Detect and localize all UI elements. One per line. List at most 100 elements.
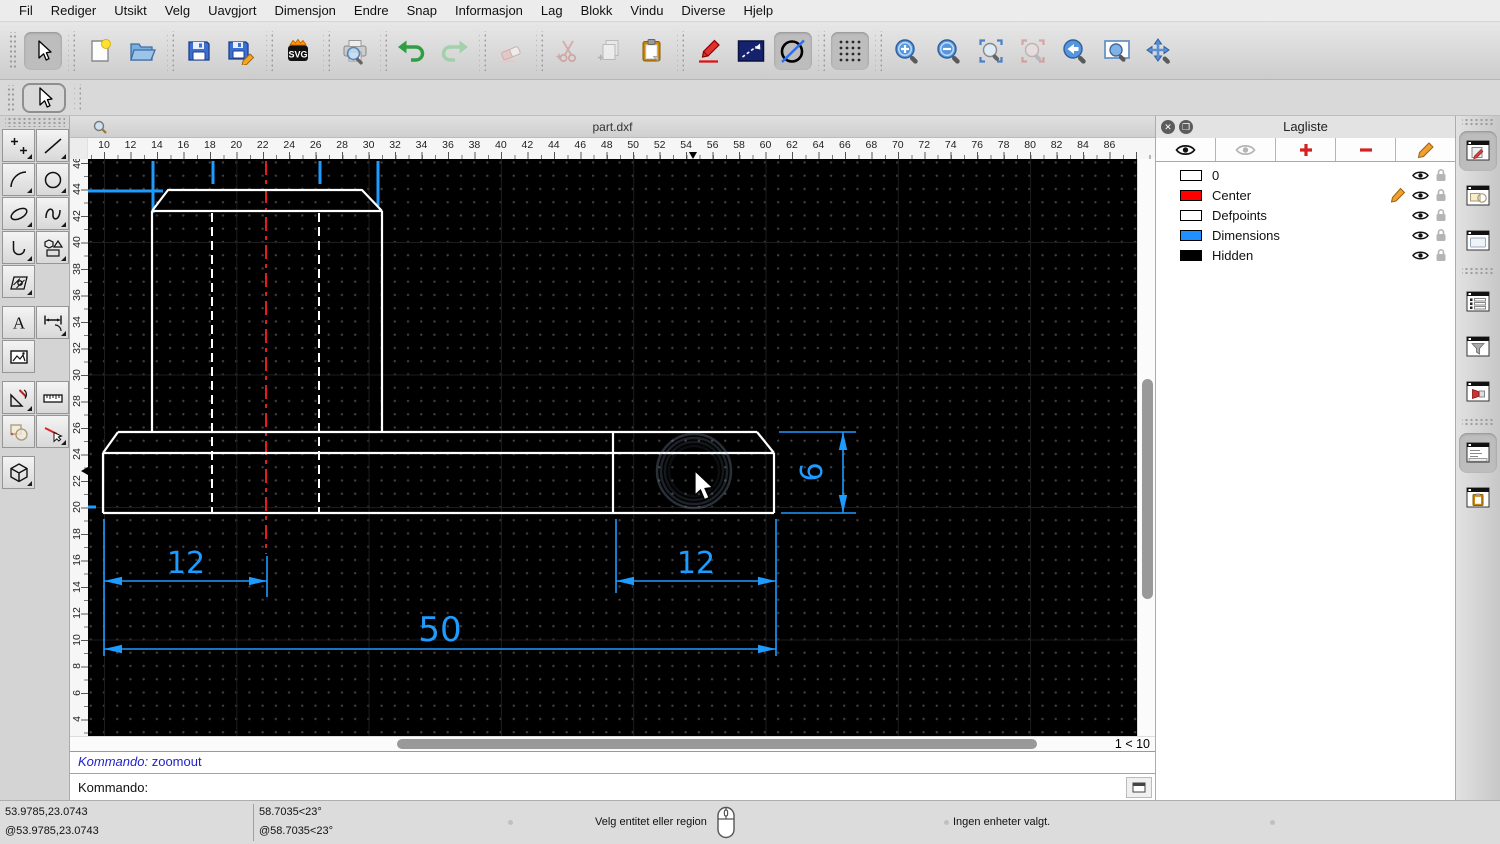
- menu-endre[interactable]: Endre: [345, 3, 398, 18]
- menu-informasjon[interactable]: Informasjon: [446, 3, 532, 18]
- menu-hjelp[interactable]: Hjelp: [735, 3, 783, 18]
- zoom-in-button[interactable]: [888, 32, 926, 70]
- print-preview-button[interactable]: [336, 32, 374, 70]
- menu-diverse[interactable]: Diverse: [672, 3, 734, 18]
- spline-tool-button[interactable]: [36, 197, 69, 230]
- layer-lock-icon[interactable]: [1435, 208, 1447, 222]
- dimension-lines[interactable]: [103, 431, 856, 656]
- zoom-previous-button[interactable]: [1056, 32, 1094, 70]
- list-window-button[interactable]: [1459, 282, 1497, 322]
- layer-lock-icon[interactable]: [1435, 248, 1447, 262]
- dock-drag-handle[interactable]: [1462, 119, 1494, 127]
- layer-visibility-dim-button[interactable]: [1216, 138, 1276, 161]
- layer-lock-icon[interactable]: [1435, 188, 1447, 202]
- measure-tool-button[interactable]: [36, 381, 69, 414]
- points-tool-button[interactable]: [2, 129, 35, 162]
- solid-3d-tool-button[interactable]: [2, 456, 35, 489]
- draw-pencil-button[interactable]: [690, 32, 728, 70]
- part-outline[interactable]: [101, 188, 776, 515]
- layer-visibility-button[interactable]: [1156, 138, 1216, 161]
- layer-visibility-icon[interactable]: [1412, 230, 1429, 241]
- horizontal-scrollbar-thumb[interactable]: [397, 739, 1037, 749]
- selection-pointer-button[interactable]: [22, 82, 66, 113]
- cut-button[interactable]: [549, 32, 587, 70]
- menu-dimensjon[interactable]: Dimensjon: [265, 3, 344, 18]
- clipboard-window-button[interactable]: [1459, 478, 1497, 518]
- zoom-out-button[interactable]: [930, 32, 968, 70]
- select-tool-button[interactable]: [2, 415, 35, 448]
- menu-blokk[interactable]: Blokk: [572, 3, 622, 18]
- menu-velg[interactable]: Velg: [156, 3, 199, 18]
- layer-lock-icon[interactable]: [1435, 228, 1447, 242]
- zoom-window-button[interactable]: [1098, 32, 1136, 70]
- text-tool-button[interactable]: A: [2, 306, 35, 339]
- save-file-button[interactable]: [180, 32, 218, 70]
- layer-row[interactable]: Dimensions: [1156, 225, 1455, 245]
- dimension-tool-button[interactable]: [36, 306, 69, 339]
- circle-line-button[interactable]: [774, 31, 812, 70]
- vertical-scrollbar-thumb[interactable]: [1141, 379, 1153, 599]
- plugin-window-button[interactable]: [1459, 372, 1497, 412]
- redo-button[interactable]: [435, 32, 473, 70]
- command-input[interactable]: Kommando:: [70, 773, 1155, 800]
- polyline-tool-button[interactable]: [2, 231, 35, 264]
- layer-row[interactable]: Center: [1156, 185, 1455, 205]
- menu-rediger[interactable]: Rediger: [42, 3, 106, 18]
- menu-lag[interactable]: Lag: [532, 3, 572, 18]
- vertical-scrollbar[interactable]: [1137, 159, 1155, 736]
- layer-row[interactable]: 0: [1156, 165, 1455, 185]
- document-titlebar[interactable]: part.dxf: [70, 116, 1155, 138]
- menu-uavgjort[interactable]: Uavgjort: [199, 3, 265, 18]
- layer-visibility-icon[interactable]: [1412, 170, 1429, 181]
- zoom-pan-button[interactable]: [1140, 32, 1178, 70]
- undo-button[interactable]: [393, 32, 431, 70]
- layer-visibility-icon[interactable]: [1412, 190, 1429, 201]
- layer-row[interactable]: Defpoints: [1156, 205, 1455, 225]
- circle-tool-button[interactable]: [36, 163, 69, 196]
- select-arrow-button[interactable]: [24, 31, 62, 70]
- menu-snap[interactable]: Snap: [398, 3, 446, 18]
- zoom-auto-button[interactable]: [972, 32, 1010, 70]
- arc-tool-button[interactable]: [2, 163, 35, 196]
- menu-utsikt[interactable]: Utsikt: [105, 3, 156, 18]
- float-panel-icon[interactable]: ❐: [1179, 120, 1193, 134]
- layer-visibility-icon[interactable]: [1412, 250, 1429, 261]
- toolbar-drag-handle[interactable]: [6, 84, 14, 111]
- command-detach-button[interactable]: [1126, 777, 1152, 798]
- layer-row[interactable]: Hidden: [1156, 245, 1455, 265]
- blocks-window-button[interactable]: [1459, 176, 1497, 216]
- zoom-selection-button[interactable]: [1014, 32, 1052, 70]
- svg-export-button[interactable]: SVG: [279, 32, 317, 70]
- line-tool-button[interactable]: [36, 129, 69, 162]
- ellipse-tool-button[interactable]: [2, 197, 35, 230]
- open-file-button[interactable]: [123, 32, 161, 70]
- line-rectangle-button[interactable]: [732, 32, 770, 70]
- command-window-button[interactable]: [1459, 433, 1497, 473]
- library-window-button[interactable]: [1459, 221, 1497, 261]
- copy-button[interactable]: [591, 32, 629, 70]
- menu-vindu[interactable]: Vindu: [621, 3, 672, 18]
- horizontal-scrollbar[interactable]: 1 < 10: [70, 736, 1155, 751]
- save-file-as-button[interactable]: [222, 32, 260, 70]
- eraser-button[interactable]: [492, 32, 530, 70]
- close-icon[interactable]: ✕: [1161, 120, 1175, 134]
- filter-window-button[interactable]: [1459, 327, 1497, 367]
- image-tool-button[interactable]: [2, 340, 35, 373]
- layer-lock-icon[interactable]: [1435, 168, 1447, 182]
- new-file-button[interactable]: [81, 32, 119, 70]
- layer-add-button[interactable]: [1276, 138, 1336, 161]
- menu-fil[interactable]: Fil: [10, 3, 42, 18]
- grid-toggle-button[interactable]: [831, 31, 869, 70]
- toolbar-drag-handle[interactable]: [8, 31, 16, 70]
- delete-tool-button[interactable]: [36, 415, 69, 448]
- paste-button[interactable]: [633, 32, 671, 70]
- drawing-canvas[interactable]: 12 12 50 6: [88, 159, 1137, 736]
- shapes-tool-button[interactable]: [36, 231, 69, 264]
- layer-remove-button[interactable]: [1336, 138, 1396, 161]
- layer-edit-button[interactable]: [1396, 138, 1455, 161]
- palette-drag-handle[interactable]: [4, 118, 65, 127]
- layer-visibility-icon[interactable]: [1412, 210, 1429, 221]
- edit-window-button[interactable]: [1459, 131, 1497, 171]
- hatch-tool-button[interactable]: [2, 265, 35, 298]
- modify-tool-button[interactable]: [2, 381, 35, 414]
